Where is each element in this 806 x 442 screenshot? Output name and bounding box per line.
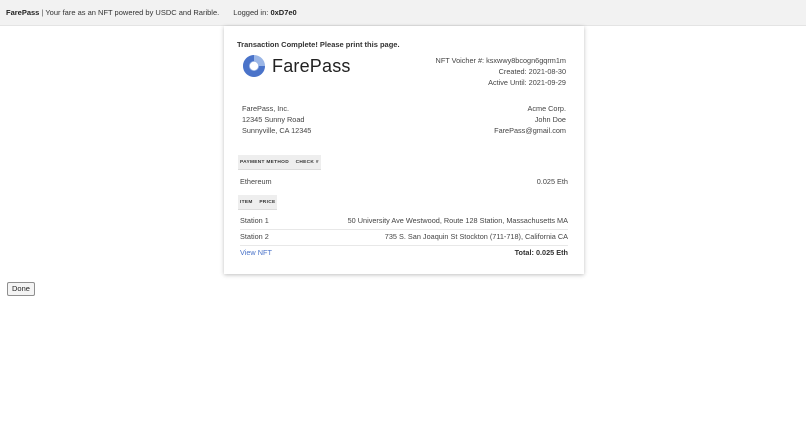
farepass-logo-icon xyxy=(243,55,265,77)
items-header: ITEM PRICE xyxy=(238,195,278,210)
price-heading: PRICE xyxy=(259,200,276,205)
created-date: Created: 2021-08-30 xyxy=(498,67,566,76)
total-amount: Total: 0.025 Eth xyxy=(514,248,568,257)
receipt-card: Transaction Complete! Please print this … xyxy=(224,26,584,274)
recipient-address: Acme Corp. John Doe FarePass@gmail.com xyxy=(494,103,566,136)
tagline: Your fare as an NFT powered by USDC and … xyxy=(45,8,220,17)
transaction-status: Transaction Complete! Please print this … xyxy=(237,40,400,49)
login-label: Logged in: xyxy=(233,8,269,17)
top-bar: FarePass | Your fare as an NFT powered b… xyxy=(0,0,806,26)
item-name: Station 2 xyxy=(240,232,269,241)
recipient-company: Acme Corp. xyxy=(527,104,566,113)
recipient-email: FarePass@gmail.com xyxy=(494,126,566,135)
sender-name: FarePass, Inc. xyxy=(242,104,290,113)
active-until-date: Active Until: 2021-09-29 xyxy=(488,78,566,87)
sender-city: Sunnyville, CA 12345 xyxy=(242,126,312,135)
farepass-logo: FarePass xyxy=(242,54,351,78)
payment-row: Ethereum 0.025 Eth xyxy=(240,174,568,190)
item-price: 735 S. San Joaquin St Stockton (711-718)… xyxy=(384,232,568,241)
item-name: Station 1 xyxy=(240,216,269,225)
item-heading: ITEM xyxy=(240,200,253,205)
login-user: 0xD7e0 xyxy=(270,8,297,17)
sender-address: FarePass, Inc. 12345 Sunny Road Sunnyvil… xyxy=(242,103,311,136)
payment-amount: 0.025 Eth xyxy=(536,177,568,186)
voucher-number: NFT Voicher #: ksxwwy8bcogn6gqrm1m xyxy=(435,56,566,65)
voucher-meta: NFT Voicher #: ksxwwy8bcogn6gqrm1m Creat… xyxy=(436,55,566,88)
item-price: 50 University Ave Westwood, Route 128 St… xyxy=(347,216,568,225)
view-nft-link[interactable]: View NFT xyxy=(240,245,272,261)
check-number-heading: CHECK # xyxy=(295,160,319,165)
recipient-person: John Doe xyxy=(534,115,566,124)
done-button[interactable]: Done xyxy=(7,282,35,296)
sender-street: 12345 Sunny Road xyxy=(242,115,305,124)
payment-method-heading: PAYMENT METHOD xyxy=(240,160,289,165)
logo-text: FarePass xyxy=(272,55,351,76)
table-row: Station 2 735 S. San Joaquin St Stockton… xyxy=(240,229,568,246)
brand-name: FarePass xyxy=(6,8,40,17)
total-row: View NFT Total: 0.025 Eth xyxy=(240,245,568,261)
payment-method: Ethereum xyxy=(240,177,272,186)
table-row: Station 1 50 University Ave Westwood, Ro… xyxy=(240,213,568,230)
payment-header: PAYMENT METHOD CHECK # xyxy=(238,155,321,170)
brand-separator: | xyxy=(41,8,44,17)
